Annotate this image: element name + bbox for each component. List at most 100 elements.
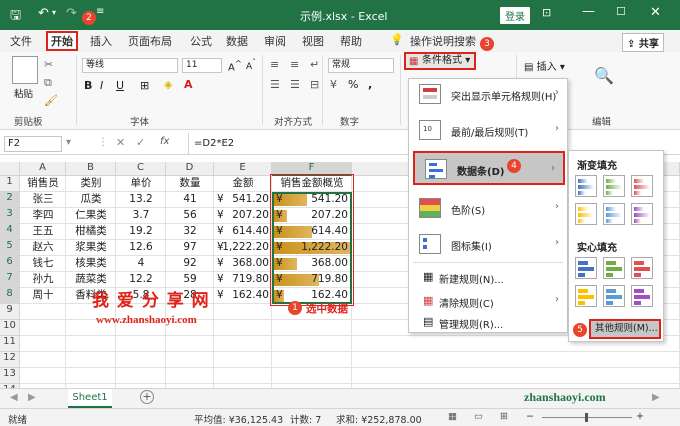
cell[interactable] xyxy=(66,368,116,384)
formula-input[interactable]: =D2*E2 xyxy=(194,138,234,149)
insert-function-button[interactable]: fx xyxy=(160,136,169,147)
salesperson-cell[interactable]: 张三 xyxy=(20,192,66,208)
scroll-right-icon[interactable]: ▶ xyxy=(28,392,36,403)
row-header[interactable]: 2 xyxy=(0,192,20,208)
select-all-corner[interactable] xyxy=(0,162,20,176)
align-left-icon[interactable]: ☰ xyxy=(270,78,280,91)
cell[interactable] xyxy=(20,336,66,352)
cell[interactable] xyxy=(272,336,352,352)
column-header-D[interactable]: D xyxy=(166,162,214,176)
column-title-E[interactable]: 金额 xyxy=(214,176,272,192)
maximize-icon[interactable]: ☐ xyxy=(616,5,626,18)
cell[interactable] xyxy=(20,304,66,320)
cell[interactable] xyxy=(66,336,116,352)
close-icon[interactable]: ✕ xyxy=(650,5,661,20)
data-bar-option-icon[interactable] xyxy=(575,203,597,225)
unit-price-cell[interactable]: 13.2 xyxy=(116,192,166,208)
paste-icon[interactable] xyxy=(12,56,38,84)
tab-file[interactable]: 文件 xyxy=(10,33,32,49)
find-search-icon[interactable]: 🔍 xyxy=(594,66,614,85)
insert-cells-button[interactable]: ▤ 插入 ▾ xyxy=(524,58,565,73)
customize-qat-icon[interactable]: ≡ xyxy=(96,6,104,17)
row-header[interactable]: 12 xyxy=(0,352,20,368)
data-bar-option-icon[interactable] xyxy=(603,285,625,307)
cell[interactable] xyxy=(214,368,272,384)
unit-price-cell[interactable]: 19.2 xyxy=(116,224,166,240)
row-header[interactable]: 13 xyxy=(0,368,20,384)
salesperson-cell[interactable]: 王五 xyxy=(20,224,66,240)
cell[interactable] xyxy=(272,352,352,368)
cell[interactable] xyxy=(20,352,66,368)
font-color-icon[interactable]: A xyxy=(184,78,193,91)
quantity-cell[interactable]: 56 xyxy=(166,208,214,224)
cell[interactable] xyxy=(214,352,272,368)
cancel-icon[interactable]: ✕ xyxy=(116,136,125,149)
salesperson-cell[interactable]: 赵六 xyxy=(20,240,66,256)
fill-color-icon[interactable]: ◈ xyxy=(164,78,172,91)
tab-view[interactable]: 视图 xyxy=(302,33,324,49)
menu-data-bars[interactable]: 数据条(D) › xyxy=(413,151,565,185)
menu-clear-rules[interactable]: ▦ 清除规则(C) › xyxy=(409,289,567,313)
quantity-cell[interactable]: 92 xyxy=(166,256,214,272)
more-rules-button[interactable]: 其他规则(M)... xyxy=(589,319,661,339)
cell[interactable] xyxy=(166,336,214,352)
quantity-cell[interactable]: 32 xyxy=(166,224,214,240)
border-icon[interactable]: ⊞ xyxy=(140,79,149,92)
number-format-select[interactable]: 常规 xyxy=(328,58,394,73)
menu-manage-rules[interactable]: ▤ 管理规则(R)... xyxy=(409,311,567,333)
row-header[interactable]: 11 xyxy=(0,336,20,352)
amount-cell[interactable]: 368.00 xyxy=(214,256,269,272)
category-cell[interactable]: 仁果类 xyxy=(66,208,116,224)
tab-insert[interactable]: 插入 xyxy=(90,33,112,49)
zoom-in-icon[interactable]: + xyxy=(636,411,644,422)
cell[interactable] xyxy=(166,352,214,368)
wrap-text-icon[interactable]: ↵ xyxy=(310,58,319,71)
column-header-A[interactable]: A xyxy=(20,162,66,176)
tab-review[interactable]: 审阅 xyxy=(264,33,286,49)
salesperson-cell[interactable]: 周十 xyxy=(20,288,66,304)
increase-font-icon[interactable]: A^ xyxy=(228,58,242,73)
cell[interactable] xyxy=(214,336,272,352)
cell[interactable] xyxy=(116,336,166,352)
salesperson-cell[interactable]: 李四 xyxy=(20,208,66,224)
data-bar-option-icon[interactable] xyxy=(603,257,625,279)
normal-view-icon[interactable]: ▦ xyxy=(448,411,457,422)
font-name-select[interactable]: 等线 xyxy=(82,58,178,73)
quantity-cell[interactable]: 97 xyxy=(166,240,214,256)
menu-icon-sets[interactable]: 图标集(I) › xyxy=(409,229,567,259)
format-painter-icon[interactable]: 🖌 xyxy=(44,94,58,107)
data-bar-option-icon[interactable] xyxy=(631,175,653,197)
align-center-icon[interactable]: ☰ xyxy=(290,78,300,91)
data-bar-option-icon[interactable] xyxy=(575,285,597,307)
category-cell[interactable]: 浆果类 xyxy=(66,240,116,256)
currency-icon[interactable]: ¥ xyxy=(330,78,337,91)
amount-cell[interactable]: 719.80 xyxy=(214,272,269,288)
unit-price-cell[interactable]: 3.7 xyxy=(116,208,166,224)
cell[interactable] xyxy=(214,320,272,336)
login-button[interactable]: 登录 xyxy=(500,7,530,24)
cell[interactable] xyxy=(214,304,272,320)
column-title-B[interactable]: 类别 xyxy=(66,176,116,192)
category-cell[interactable]: 瓜类 xyxy=(66,192,116,208)
data-bar-option-icon[interactable] xyxy=(603,203,625,225)
bold-button[interactable]: B xyxy=(84,79,92,92)
amount-cell[interactable]: 541.20 xyxy=(214,192,269,208)
undo-dropdown-icon[interactable]: ▾ xyxy=(52,8,56,17)
tab-home[interactable]: 开始 xyxy=(46,31,78,51)
minimize-icon[interactable]: — xyxy=(582,4,595,19)
amount-cell[interactable]: 1,222.20 xyxy=(214,240,269,256)
row-header[interactable]: 1 xyxy=(0,176,20,192)
data-bar-option-icon[interactable] xyxy=(575,257,597,279)
data-bar-option-icon[interactable] xyxy=(631,257,653,279)
menu-highlight-rules[interactable]: 突出显示单元格规则(H) › xyxy=(409,79,567,109)
row-header[interactable]: 7 xyxy=(0,272,20,288)
salesperson-cell[interactable]: 钱七 xyxy=(20,256,66,272)
align-middle-icon[interactable]: ≡ xyxy=(290,58,299,71)
paste-button-label[interactable]: 粘贴 xyxy=(14,86,33,100)
column-header-E[interactable]: E xyxy=(214,162,272,176)
decrease-font-icon[interactable]: Aˇ xyxy=(246,58,256,72)
row-header[interactable]: 10 xyxy=(0,320,20,336)
cell[interactable] xyxy=(352,368,680,384)
amount-cell[interactable]: 207.20 xyxy=(214,208,269,224)
category-cell[interactable]: 柑橘类 xyxy=(66,224,116,240)
